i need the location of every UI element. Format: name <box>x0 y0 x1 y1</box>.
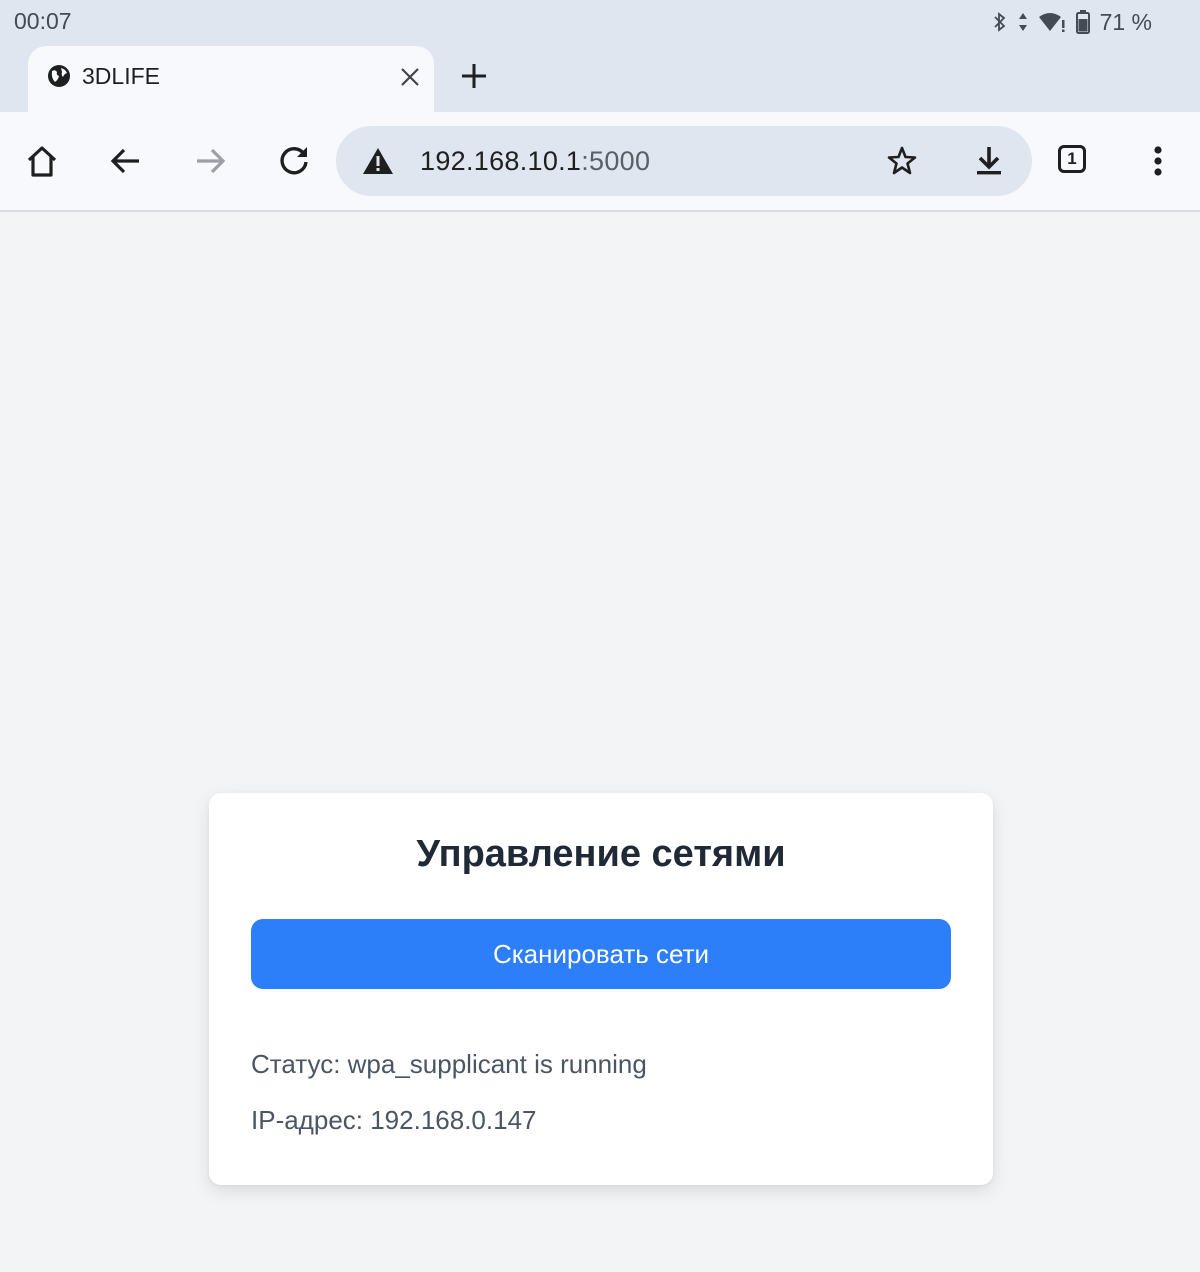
url-text[interactable]: 192.168.10.1:5000 <box>420 146 650 177</box>
home-button[interactable] <box>20 139 64 183</box>
back-button[interactable] <box>104 139 148 183</box>
globe-icon <box>48 65 70 87</box>
address-bar[interactable]: 192.168.10.1:5000 <box>336 126 1032 196</box>
url-port: :5000 <box>581 146 651 176</box>
menu-button[interactable] <box>1136 139 1180 183</box>
status-text: Статус: wpa_supplicant is running <box>251 1049 647 1079</box>
reload-button[interactable] <box>272 139 316 183</box>
download-icon[interactable] <box>972 144 1006 178</box>
bluetooth-icon <box>993 12 1005 32</box>
home-icon <box>27 146 57 177</box>
back-arrow-icon <box>110 148 139 174</box>
warning-icon[interactable] <box>362 146 394 176</box>
browser-toolbar: 192.168.10.1:5000 1 <box>0 112 1200 212</box>
more-vert-icon <box>1154 146 1162 176</box>
tab-strip: 3DLIFE <box>0 44 1200 112</box>
reload-icon <box>280 147 308 175</box>
forward-arrow-icon <box>197 148 226 174</box>
scan-networks-button[interactable]: Сканировать сети <box>251 919 951 989</box>
wifi-icon <box>1038 13 1065 32</box>
star-icon[interactable] <box>886 145 918 177</box>
status-icons: 71 % <box>992 6 1152 38</box>
battery-percent: 71 % <box>1099 8 1152 35</box>
battery-icon <box>1075 10 1090 34</box>
tab-title: 3DLIFE <box>82 63 160 89</box>
url-host: 192.168.10.1 <box>420 146 582 176</box>
browser-tab[interactable]: 3DLIFE <box>28 46 434 112</box>
network-card: Управление сетями Сканировать сети Стату… <box>209 793 993 1185</box>
page-title: Управление сетями <box>416 833 786 875</box>
tab-switcher-button[interactable]: 1 <box>1058 145 1086 173</box>
new-tab-icon[interactable] <box>458 60 490 92</box>
data-arrows-icon <box>1018 13 1027 31</box>
status-bar: 00:07 71 % <box>0 0 1200 44</box>
ip-address-text: IP-адрес: 192.168.0.147 <box>251 1105 537 1135</box>
forward-button[interactable] <box>188 139 232 183</box>
status-time: 00:07 <box>14 8 72 34</box>
close-icon[interactable] <box>398 65 422 89</box>
